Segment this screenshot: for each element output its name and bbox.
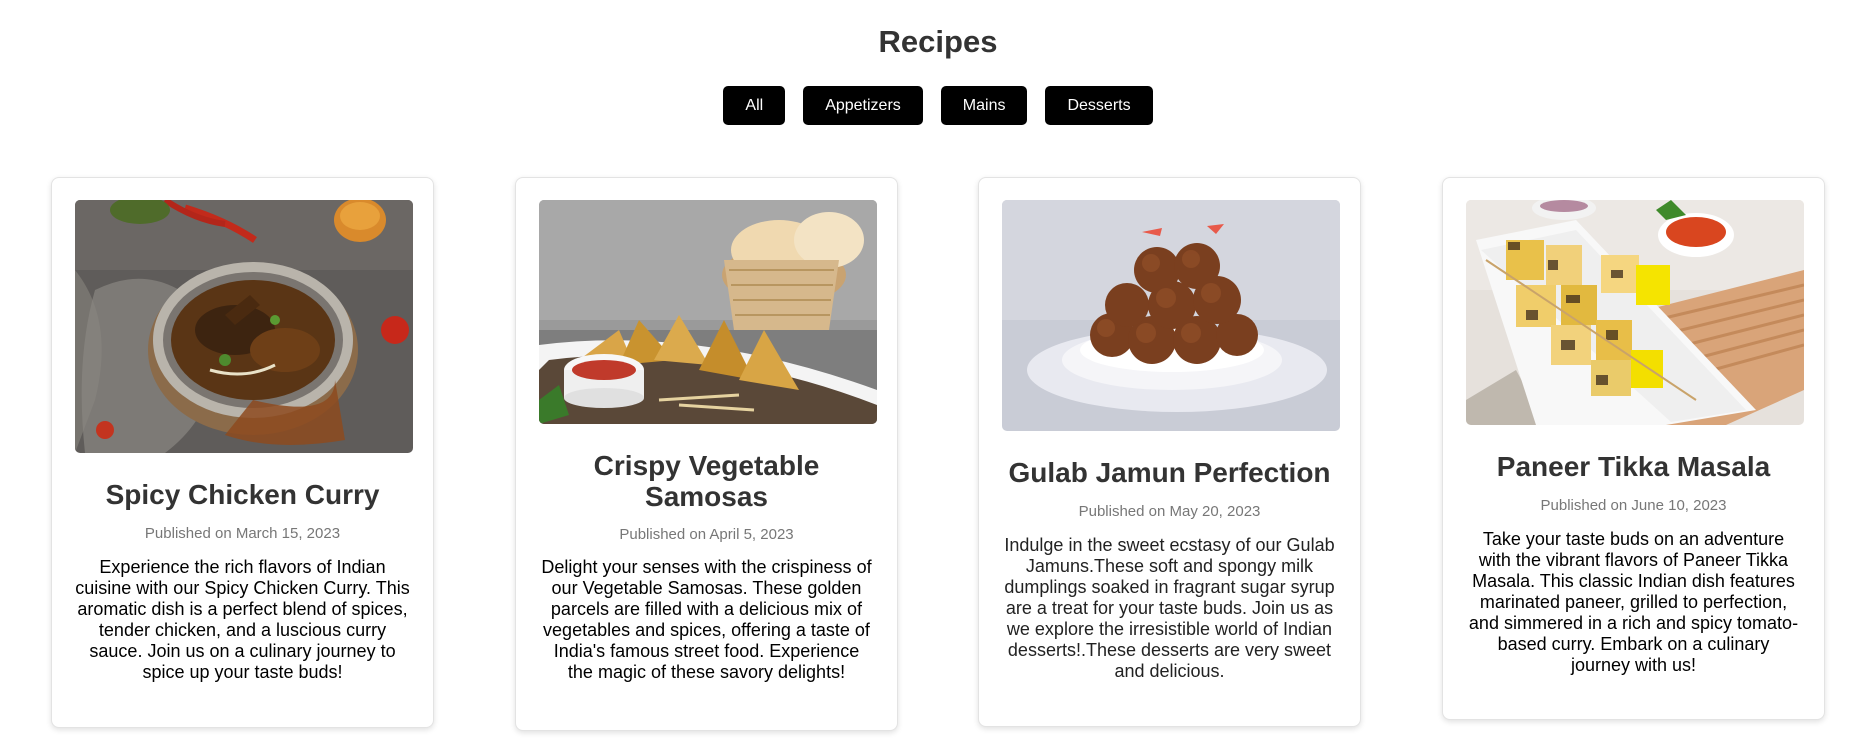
recipe-description: Take your taste buds on an adventure wit… [1468, 529, 1799, 675]
filter-appetizers-button[interactable]: Appetizers [803, 86, 923, 125]
recipes-page: Recipes All Appetizers Mains Desserts Sp… [0, 0, 1876, 741]
chicken-curry-image [75, 200, 413, 453]
recipe-title[interactable]: Paneer Tikka Masala [1466, 451, 1801, 482]
recipe-date: Published on March 15, 2023 [144, 525, 341, 542]
paneer-tikka-image [1466, 200, 1804, 425]
recipe-date: Published on April 5, 2023 [619, 526, 794, 543]
recipe-date: Published on May 20, 2023 [1078, 503, 1261, 520]
page-title: Recipes [878, 24, 998, 59]
recipe-title[interactable]: Crispy Vegetable Samosas [539, 450, 874, 512]
recipe-image [1466, 200, 1804, 425]
filter-all-button[interactable]: All [723, 86, 786, 125]
recipe-description: Indulge in the sweet ecstasy of our Gula… [1004, 535, 1335, 681]
filter-mains-button[interactable]: Mains [940, 86, 1028, 125]
recipe-title[interactable]: Gulab Jamun Perfection [1002, 457, 1337, 488]
gulab-jamun-image [1002, 200, 1340, 431]
filter-desserts-button[interactable]: Desserts [1045, 86, 1153, 125]
recipe-description: Delight your senses with the crispiness … [541, 557, 872, 682]
samosas-image [539, 200, 877, 424]
recipe-card[interactable]: Crispy Vegetable Samosas Published on Ap… [515, 177, 898, 731]
recipe-title[interactable]: Spicy Chicken Curry [75, 479, 410, 510]
recipe-description: Experience the rich flavors of Indian cu… [75, 557, 410, 682]
recipe-card[interactable]: Spicy Chicken Curry Published on March 1… [51, 177, 434, 728]
recipe-image [1002, 200, 1340, 431]
recipe-date: Published on June 10, 2023 [1540, 497, 1727, 514]
recipe-card[interactable]: Paneer Tikka Masala Published on June 10… [1442, 177, 1825, 720]
filter-bar: All Appetizers Mains Desserts [0, 86, 1876, 125]
recipe-image [539, 200, 877, 424]
recipe-image [75, 200, 413, 453]
recipe-card[interactable]: Gulab Jamun Perfection Published on May … [978, 177, 1361, 727]
